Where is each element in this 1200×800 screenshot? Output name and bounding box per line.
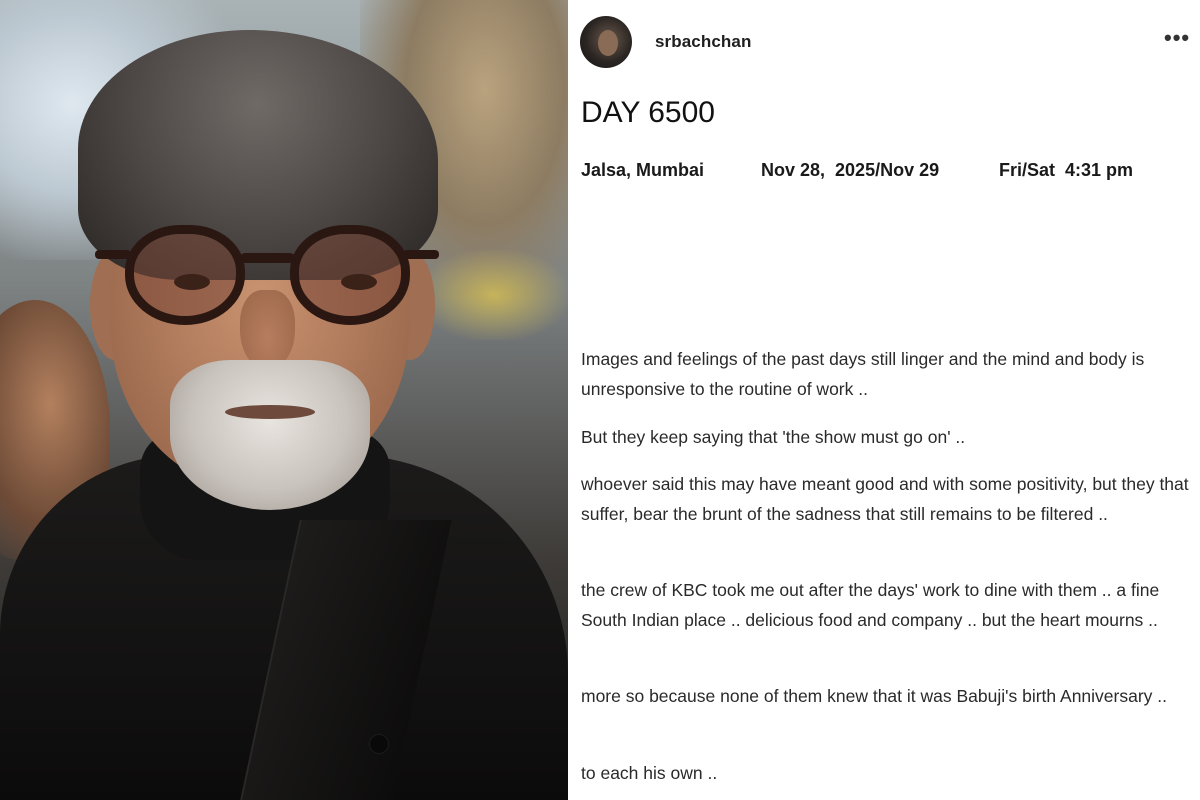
username-link[interactable]: srbachchan <box>655 32 751 52</box>
blog-post: srbachchan ••• DAY 6500 Jalsa, Mumbai No… <box>568 0 1200 800</box>
more-options-icon[interactable]: ••• <box>1164 27 1190 49</box>
portrait-photo <box>0 0 568 800</box>
post-location: Jalsa, Mumbai <box>581 160 705 180</box>
post-paragraph: But they keep saying that 'the show must… <box>581 427 966 447</box>
post-paragraph: more so because none of them knew that i… <box>581 686 1168 706</box>
post-time: Fri/Sat 4:31 pm <box>999 160 1134 180</box>
post-paragraph: to each his own .. <box>581 763 718 783</box>
post-paragraph: whoever said this may have meant good an… <box>581 474 1189 524</box>
post-paragraph: the crew of KBC took me out after the da… <box>581 580 1160 630</box>
avatar[interactable] <box>580 16 632 68</box>
post-date: Nov 28, 2025/Nov 29 <box>761 160 940 180</box>
post-title: DAY 6500 <box>581 96 715 129</box>
post-paragraph: Images and feelings of the past days sti… <box>581 349 1145 399</box>
glasses <box>95 225 439 335</box>
